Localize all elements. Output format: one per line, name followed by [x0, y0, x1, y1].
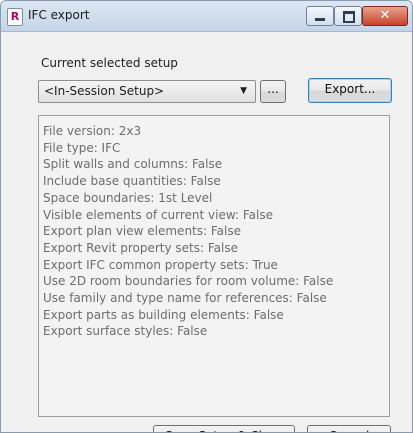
close-button[interactable]: ✕	[362, 6, 408, 26]
dialog-body: Current selected setup <In-Session Setup…	[1, 32, 412, 432]
detail-visible-elements: Visible elements of current view: False	[43, 207, 274, 222]
close-icon: ✕	[379, 8, 391, 23]
detail-split-walls: Split walls and columns: False	[43, 157, 223, 172]
ifc-export-dialog: R IFC export ✕ Current selected setup <I…	[0, 0, 413, 433]
setup-details-list: File version: 2x3 File type: IFC Split w…	[43, 123, 333, 340]
current-setup-label: Current selected setup	[41, 56, 178, 70]
detail-file-version: File version: 2x3	[43, 124, 142, 138]
detail-surface-styles: Export surface styles: False	[43, 324, 208, 339]
title-bar[interactable]: R IFC export ✕	[1, 1, 412, 32]
detail-space-boundaries: Space boundaries: 1st Level	[43, 190, 213, 205]
maximize-icon	[343, 11, 355, 23]
setup-details-panel: File version: 2x3 File type: IFC Split w…	[38, 115, 390, 417]
revit-app-icon: R	[7, 8, 23, 26]
detail-revit-property-sets: Export Revit property sets: False	[43, 240, 238, 255]
cancel-button[interactable]: Cancel	[307, 425, 391, 432]
export-button[interactable]: Export...	[308, 78, 392, 103]
detail-base-quantities: Include base quantities: False	[43, 174, 221, 189]
setup-dropdown[interactable]: <In-Session Setup> ▼	[38, 80, 256, 103]
window-title: IFC export	[28, 8, 90, 22]
chevron-down-icon: ▼	[240, 86, 247, 96]
detail-plan-view-elements: Export plan view elements: False	[43, 224, 241, 239]
detail-2d-room-boundaries: Use 2D room boundaries for room volume: …	[43, 274, 334, 289]
save-setup-close-button[interactable]: Save Setup & Close	[153, 425, 295, 432]
detail-ifc-common-property-sets: Export IFC common property sets: True	[43, 257, 278, 272]
detail-file-type: File type: IFC	[43, 140, 121, 155]
detail-family-type-name: Use family and type name for references:…	[43, 291, 327, 306]
minimize-icon	[315, 18, 325, 21]
modify-setup-button[interactable]: ...	[260, 80, 286, 103]
minimize-button[interactable]	[306, 6, 334, 26]
setup-dropdown-value: <In-Session Setup>	[44, 84, 165, 98]
maximize-button[interactable]	[334, 6, 362, 26]
detail-parts-as-elements: Export parts as building elements: False	[43, 307, 284, 322]
